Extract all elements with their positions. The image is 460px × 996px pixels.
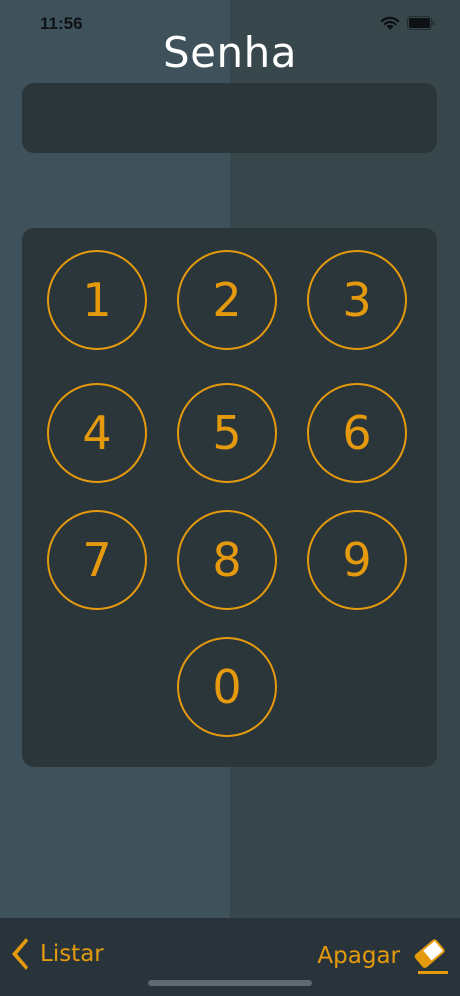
key-2[interactable]: 2	[177, 250, 277, 350]
key-4[interactable]: 4	[47, 383, 147, 483]
erase-button[interactable]: Apagar	[317, 936, 450, 976]
home-indicator	[148, 980, 312, 986]
page-title: Senha	[163, 28, 297, 77]
key-5[interactable]: 5	[177, 383, 277, 483]
erase-label: Apagar	[317, 943, 400, 969]
key-6[interactable]: 6	[307, 383, 407, 483]
key-7[interactable]: 7	[47, 510, 147, 610]
list-label: Listar	[40, 941, 104, 967]
key-8[interactable]: 8	[177, 510, 277, 610]
password-display	[22, 83, 437, 153]
key-0[interactable]: 0	[177, 637, 277, 737]
keypad: 1 2 3 4 5 6 7 8 9 0	[22, 228, 437, 767]
list-button[interactable]: Listar	[8, 936, 104, 972]
key-9[interactable]: 9	[307, 510, 407, 610]
key-3[interactable]: 3	[307, 250, 407, 350]
chevron-left-icon	[12, 938, 28, 970]
eraser-icon	[414, 939, 448, 974]
key-1[interactable]: 1	[47, 250, 147, 350]
